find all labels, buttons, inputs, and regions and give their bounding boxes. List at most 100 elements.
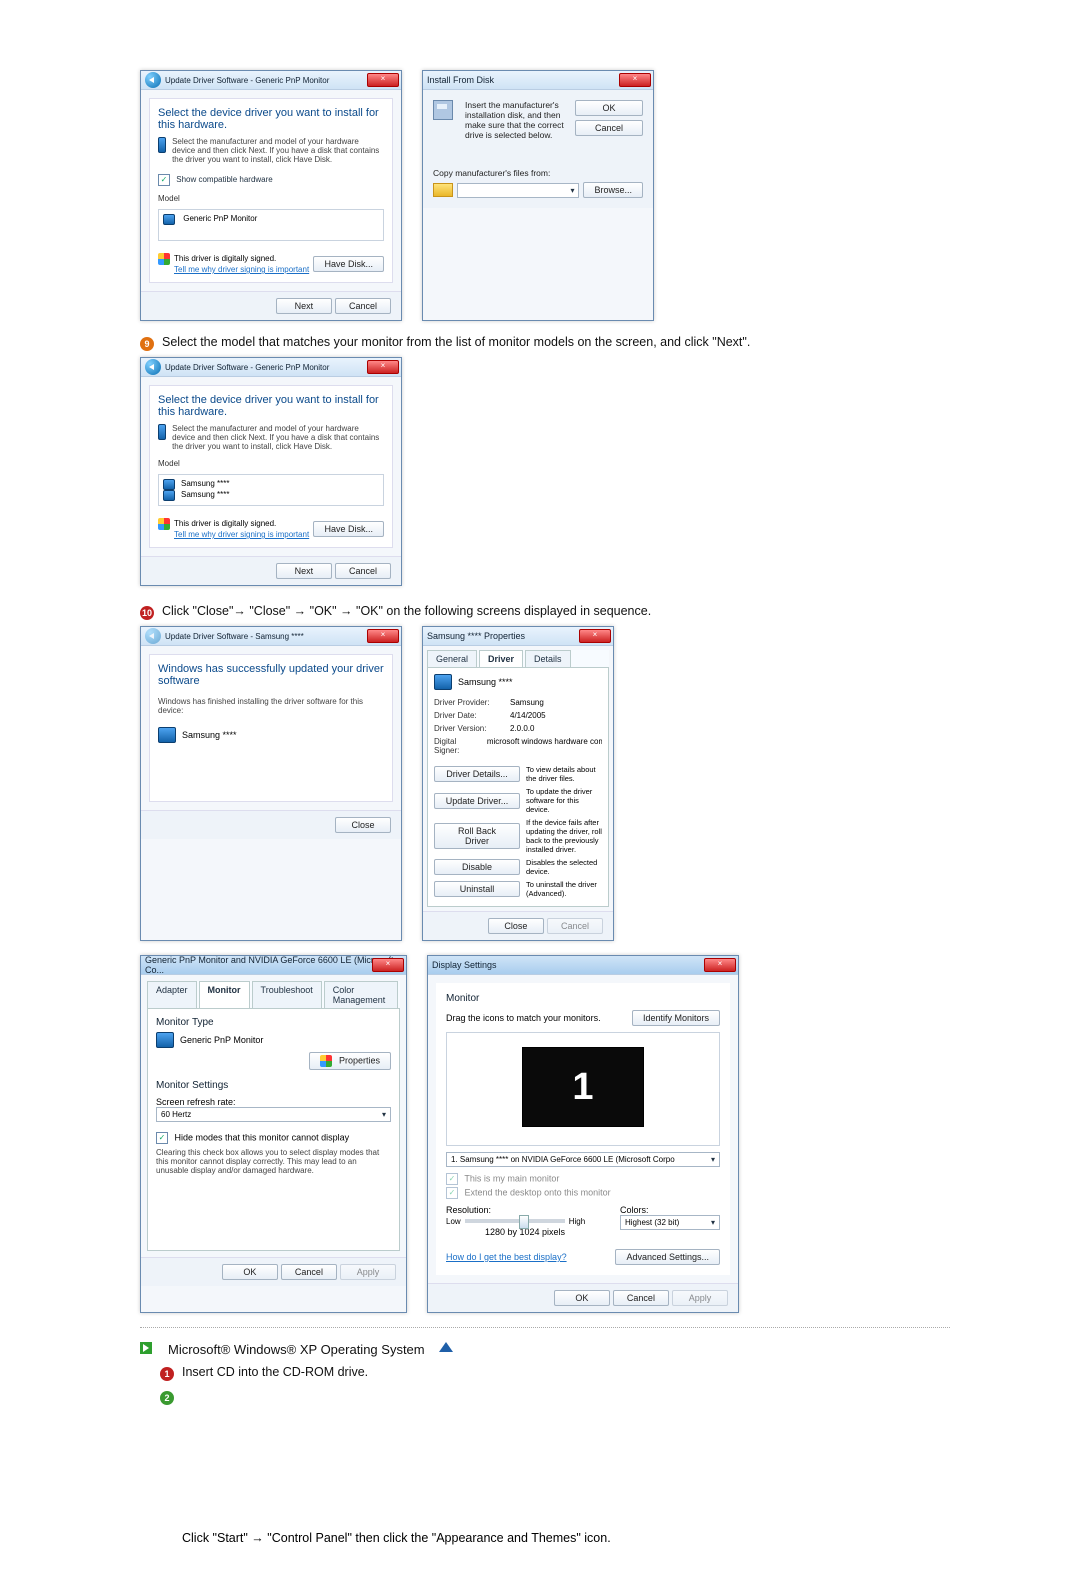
close-icon[interactable]: × (367, 629, 399, 643)
monitor-type-label: Monitor Type (156, 1017, 391, 1028)
floppy-icon (433, 100, 453, 120)
refresh-dropdown[interactable]: 60 Hertz▾ (156, 1107, 391, 1122)
show-compatible-checkbox[interactable]: ✓ (158, 174, 170, 186)
step-bullet-10: 10 (140, 606, 154, 620)
dialog-title: Display Settings (432, 960, 497, 970)
monitor-select-dropdown[interactable]: 1. Samsung **** on NVIDIA GeForce 6600 L… (446, 1152, 720, 1167)
desc: To uninstall the driver (Advanced). (526, 880, 602, 898)
step-bullet-2: 2 (160, 1391, 174, 1405)
have-disk-button[interactable]: Have Disk... (313, 256, 384, 272)
monitor-icon (158, 137, 166, 153)
colors-dropdown[interactable]: Highest (32 bit)▾ (620, 1215, 720, 1230)
cancel-button[interactable]: Cancel (281, 1264, 337, 1280)
signing-link[interactable]: Tell me why driver signing is important (174, 265, 309, 274)
back-icon (145, 628, 161, 644)
close-icon[interactable]: × (579, 629, 611, 643)
properties-button[interactable]: Properties (309, 1052, 391, 1070)
identify-monitors-button[interactable]: Identify Monitors (632, 1010, 720, 1026)
monitor-icon (158, 424, 166, 440)
monitor-label: Monitor (446, 993, 720, 1004)
dialog-title: Samsung **** Properties (427, 631, 525, 641)
desc: If the device fails after updating the d… (526, 818, 602, 854)
close-icon[interactable]: × (367, 360, 399, 374)
tab-troubleshoot[interactable]: Troubleshoot (252, 981, 322, 1008)
advanced-settings-button[interactable]: Advanced Settings... (615, 1249, 720, 1265)
close-icon[interactable]: × (367, 73, 399, 87)
updated-sub: Windows has finished installing the driv… (158, 697, 384, 715)
model-list[interactable]: Samsung **** Samsung **** (158, 474, 384, 506)
model-label: Model (158, 194, 384, 203)
folder-icon (433, 183, 453, 197)
label: Driver Version: (434, 724, 504, 733)
ok-button[interactable]: OK (554, 1290, 610, 1306)
main-monitor-checkbox: ✓ (446, 1173, 458, 1185)
shield-icon (320, 1055, 332, 1067)
tab-driver[interactable]: Driver (479, 650, 523, 667)
copy-from-dropdown[interactable]: ▾ (457, 183, 579, 198)
tab-color-management[interactable]: Color Management (324, 981, 398, 1008)
updated-device: Samsung **** (182, 730, 237, 740)
next-button[interactable]: Next (276, 298, 332, 314)
cancel-button[interactable]: Cancel (335, 298, 391, 314)
xp-section-title: Microsoft® Windows® XP Operating System (168, 1342, 425, 1357)
value: microsoft windows hardware compatibility… (487, 737, 602, 755)
cancel-button[interactable]: Cancel (613, 1290, 669, 1306)
resolution-slider[interactable] (465, 1219, 565, 1223)
close-button[interactable]: Close (488, 918, 544, 934)
chevron-down-icon: ▾ (570, 186, 574, 195)
cancel-button[interactable]: Cancel (575, 120, 643, 136)
shield-icon (158, 253, 170, 265)
desc: To view details about the driver files. (526, 765, 602, 783)
driver-details-button[interactable]: Driver Details... (434, 766, 520, 782)
step-bullet-1: 1 (160, 1367, 174, 1381)
up-triangle-icon[interactable] (439, 1342, 453, 1352)
close-icon[interactable]: × (619, 73, 651, 87)
colors-label: Colors: (620, 1205, 720, 1215)
device-name: Samsung **** (458, 677, 513, 687)
step-10-text: Click "Close"→ "Close" → "OK" → "OK" on … (162, 604, 651, 618)
label: Digital Signer: (434, 737, 481, 755)
close-icon[interactable]: × (372, 958, 404, 972)
value: Samsung (510, 698, 544, 707)
value: 4/14/2005 (510, 711, 546, 720)
next-button[interactable]: Next (276, 563, 332, 579)
tab-general[interactable]: General (427, 650, 477, 667)
back-icon[interactable] (145, 72, 161, 88)
install-disk-msg: Insert the manufacturer's installation d… (465, 100, 569, 140)
uninstall-button[interactable]: Uninstall (434, 881, 520, 897)
update-driver-button[interactable]: Update Driver... (434, 793, 520, 809)
apply-button: Apply (340, 1264, 396, 1280)
back-icon[interactable] (145, 359, 161, 375)
browse-button[interactable]: Browse... (583, 182, 643, 198)
hide-modes-checkbox[interactable]: ✓ (156, 1132, 168, 1144)
model-item[interactable]: Samsung **** (181, 479, 229, 488)
dialog-subtext: Select the manufacturer and model of you… (172, 137, 384, 164)
tab-adapter[interactable]: Adapter (147, 981, 197, 1008)
chevron-down-icon: ▾ (711, 1218, 715, 1227)
model-item[interactable]: Samsung **** (181, 490, 229, 499)
tab-monitor[interactable]: Monitor (199, 981, 250, 1008)
chevron-down-icon: ▾ (382, 1110, 386, 1119)
cancel-button[interactable]: Cancel (335, 563, 391, 579)
dialog-title: Install From Disk (427, 75, 494, 85)
have-disk-button[interactable]: Have Disk... (313, 521, 384, 537)
resolution-label: Resolution: (446, 1205, 604, 1215)
close-icon[interactable]: × (704, 958, 736, 972)
rollback-button[interactable]: Roll Back Driver (434, 823, 520, 849)
tab-details[interactable]: Details (525, 650, 571, 667)
desc: Disables the selected device. (526, 858, 602, 876)
label: Driver Provider: (434, 698, 504, 707)
ok-button[interactable]: OK (575, 100, 643, 116)
model-item[interactable]: Generic PnP Monitor (183, 214, 257, 223)
desc: To update the driver software for this d… (526, 787, 602, 814)
monitor-preview[interactable]: 1 (522, 1047, 644, 1127)
model-list[interactable]: Generic PnP Monitor (158, 209, 384, 241)
extend-desktop-checkbox: ✓ (446, 1187, 458, 1199)
ok-button[interactable]: OK (222, 1264, 278, 1280)
best-display-link[interactable]: How do I get the best display? (446, 1252, 567, 1262)
updated-heading: Windows has successfully updated your dr… (158, 663, 384, 687)
dialog-subtext: Select the manufacturer and model of you… (172, 424, 384, 451)
disable-button[interactable]: Disable (434, 859, 520, 875)
signing-link[interactable]: Tell me why driver signing is important (174, 530, 309, 539)
close-button[interactable]: Close (335, 817, 391, 833)
